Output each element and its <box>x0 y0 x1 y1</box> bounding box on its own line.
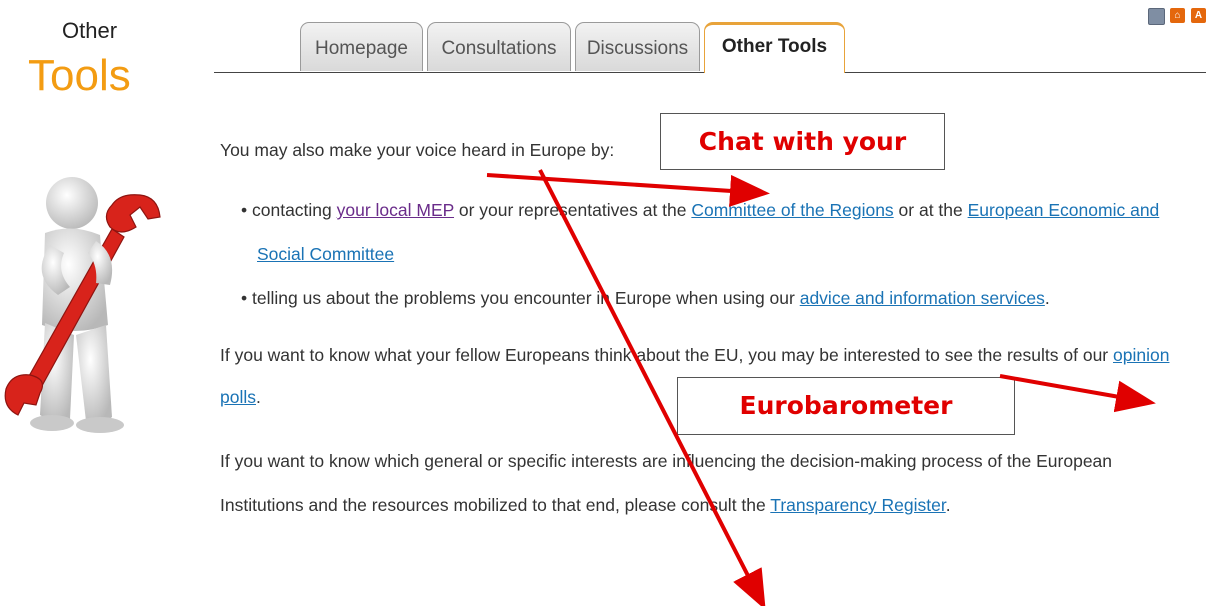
arrow-to-committee <box>486 173 770 207</box>
annotation-arrows <box>486 169 1156 606</box>
arrow-to-right <box>999 374 1156 413</box>
arrow-to-bottom <box>538 169 766 606</box>
